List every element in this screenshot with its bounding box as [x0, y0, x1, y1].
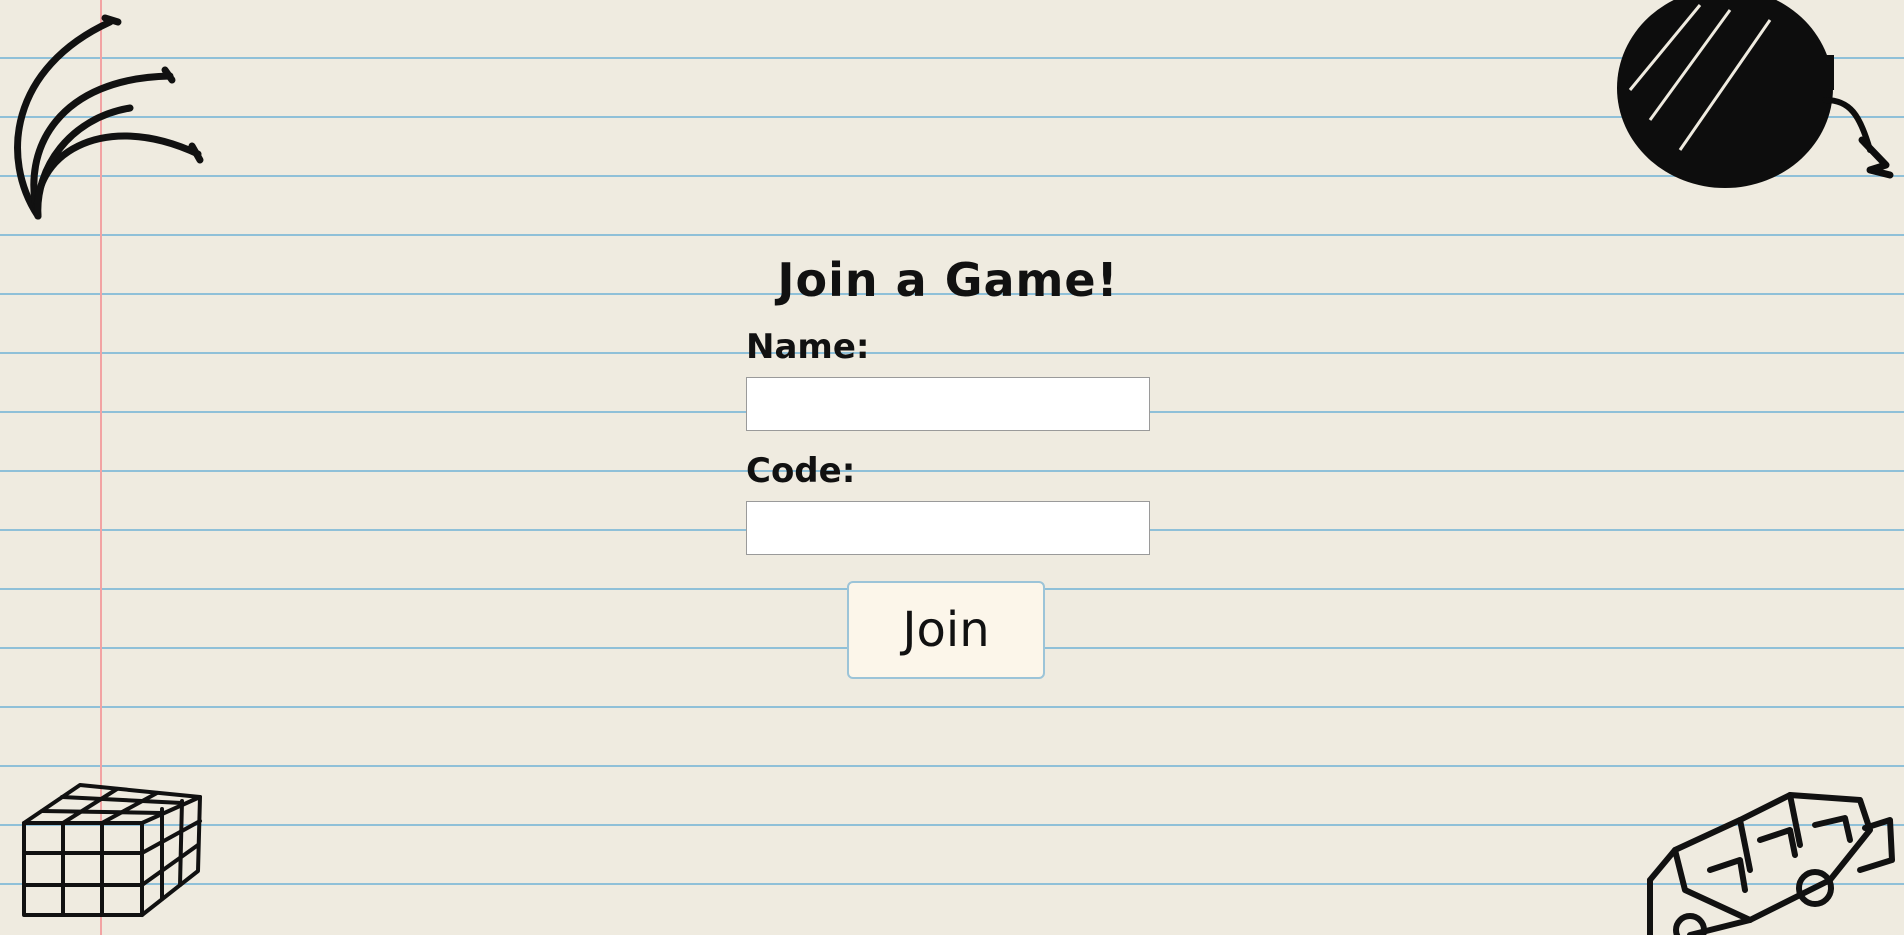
jeep-icon [1647, 792, 1895, 935]
join-button[interactable]: Join [847, 581, 1045, 679]
name-label: Name: [746, 327, 870, 367]
code-input[interactable] [746, 501, 1150, 555]
code-label: Code: [746, 451, 856, 491]
join-game-form: Join a Game! Name: Code: Join [746, 245, 1150, 679]
page-title: Join a Game! [777, 253, 1119, 307]
banana-icon [14, 14, 204, 220]
rubiks-cube-icon [22, 783, 202, 917]
bomb-icon [1617, 0, 1894, 188]
name-input[interactable] [746, 377, 1150, 431]
